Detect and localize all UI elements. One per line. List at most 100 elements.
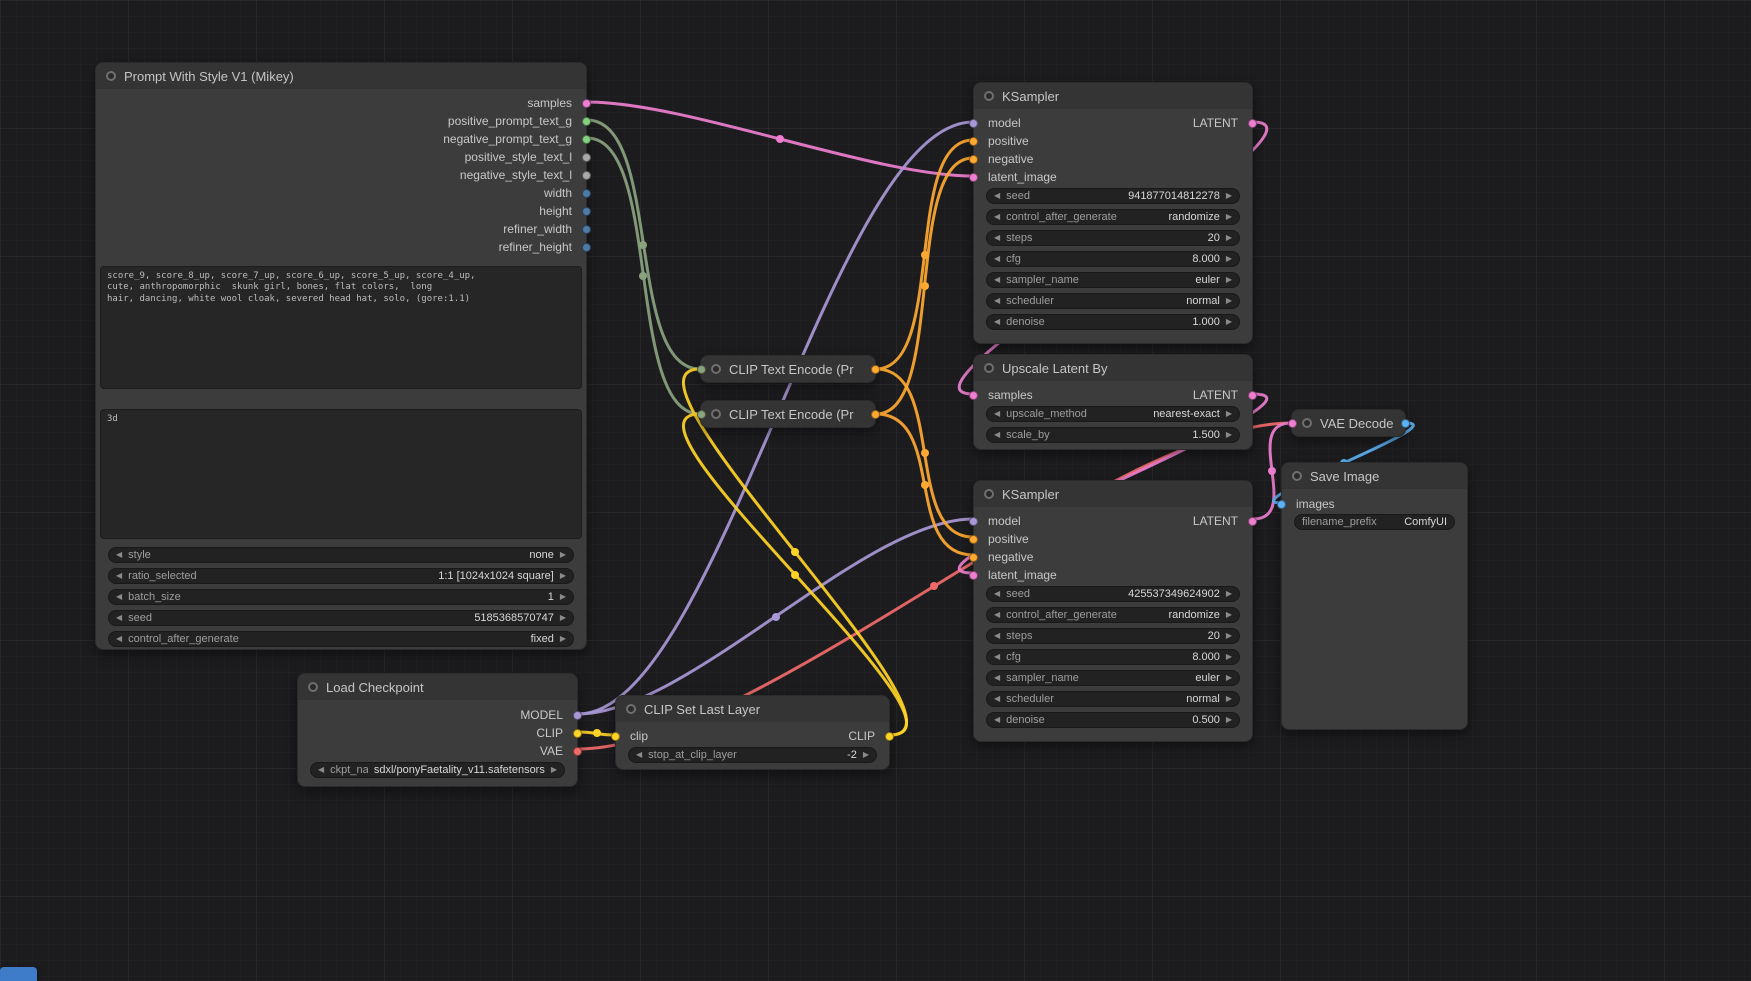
increment-arrow-icon[interactable]: ▶	[1226, 213, 1232, 221]
increment-arrow-icon[interactable]: ▶	[560, 593, 566, 601]
node-graph-canvas[interactable]: Prompt With Style V1 (Mikey) samples pos…	[0, 0, 1751, 981]
decrement-arrow-icon[interactable]: ◀	[994, 276, 1000, 284]
decrement-arrow-icon[interactable]: ◀	[994, 318, 1000, 326]
node-title-bar[interactable]: CLIP Set Last Layer	[616, 696, 889, 722]
output-dot-latent[interactable]	[1248, 119, 1257, 128]
decrement-arrow-icon[interactable]: ◀	[994, 653, 1000, 661]
output-dot-refiner-height[interactable]	[582, 243, 591, 252]
increment-arrow-icon[interactable]: ▶	[560, 635, 566, 643]
input-dot-negative[interactable]	[969, 553, 978, 562]
increment-arrow-icon[interactable]: ▶	[551, 766, 557, 774]
input-dot-latent-image[interactable]	[969, 571, 978, 580]
decrement-arrow-icon[interactable]: ◀	[116, 614, 122, 622]
output-dot-vae[interactable]	[573, 747, 582, 756]
decrement-arrow-icon[interactable]: ◀	[994, 590, 1000, 598]
offscreen-collapsed-node[interactable]	[0, 967, 37, 981]
node-ksampler-2[interactable]: KSampler modelLATENT positive negative l…	[973, 480, 1253, 742]
decrement-arrow-icon[interactable]: ◀	[116, 551, 122, 559]
widget-cfg[interactable]: ◀cfg8.000▶	[986, 251, 1240, 267]
decrement-arrow-icon[interactable]: ◀	[994, 410, 1000, 418]
node-vae-decode[interactable]: VAE Decode	[1291, 409, 1406, 437]
increment-arrow-icon[interactable]: ▶	[560, 551, 566, 559]
increment-arrow-icon[interactable]: ▶	[1226, 255, 1232, 263]
input-dot-clip-encode-2[interactable]	[697, 410, 706, 419]
output-dot-positive-prompt-text-g[interactable]	[582, 117, 591, 126]
widget-denoise[interactable]: ◀denoise1.000▶	[986, 314, 1240, 330]
input-dot-clip-encode-1[interactable]	[697, 365, 706, 374]
increment-arrow-icon[interactable]: ▶	[1226, 410, 1232, 418]
widget-scheduler[interactable]: ◀schedulernormal▶	[986, 293, 1240, 309]
widget-control-after-generate[interactable]: ◀control_after_generatefixed▶	[108, 631, 574, 647]
widget-sampler-name[interactable]: ◀sampler_nameeuler▶	[986, 272, 1240, 288]
widget-cfg[interactable]: ◀cfg8.000▶	[986, 649, 1240, 665]
collapse-toggle-icon[interactable]	[106, 71, 116, 81]
positive-prompt-textarea[interactable]: score_9, score_8_up, score_7_up, score_6…	[100, 266, 582, 389]
decrement-arrow-icon[interactable]: ◀	[994, 716, 1000, 724]
collapse-toggle-icon[interactable]	[308, 682, 318, 692]
input-dot-positive[interactable]	[969, 137, 978, 146]
increment-arrow-icon[interactable]: ▶	[1226, 192, 1232, 200]
increment-arrow-icon[interactable]: ▶	[1226, 716, 1232, 724]
widget-style[interactable]: ◀stylenone▶	[108, 547, 574, 563]
collapse-toggle-icon[interactable]	[711, 409, 721, 419]
widget-ratio-selected[interactable]: ◀ratio_selected1:1 [1024x1024 square]▶	[108, 568, 574, 584]
input-dot-vae-decode[interactable]	[1288, 419, 1297, 428]
output-dot-height[interactable]	[582, 207, 591, 216]
decrement-arrow-icon[interactable]: ◀	[994, 192, 1000, 200]
increment-arrow-icon[interactable]: ▶	[1226, 297, 1232, 305]
widget-filename-prefix[interactable]: filename_prefixComfyUI	[1294, 514, 1455, 530]
node-title-bar[interactable]: Upscale Latent By	[974, 355, 1252, 381]
widget-denoise[interactable]: ◀denoise0.500▶	[986, 712, 1240, 728]
widget-control-after-generate[interactable]: ◀control_after_generaterandomize▶	[986, 607, 1240, 623]
output-dot-samples[interactable]	[582, 99, 591, 108]
widget-ckpt-name[interactable]: ◀ckpt_namesdxl/ponyFaetality_v11.safeten…	[310, 762, 565, 778]
collapse-toggle-icon[interactable]	[711, 364, 721, 374]
output-dot-negative-prompt-text-g[interactable]	[582, 135, 591, 144]
widget-stop-at-clip-layer[interactable]: ◀stop_at_clip_layer-2▶	[628, 747, 877, 763]
decrement-arrow-icon[interactable]: ◀	[116, 635, 122, 643]
increment-arrow-icon[interactable]: ▶	[1226, 653, 1232, 661]
negative-prompt-textarea[interactable]: 3d	[100, 409, 582, 539]
widget-sampler-name[interactable]: ◀sampler_nameeuler▶	[986, 670, 1240, 686]
collapse-toggle-icon[interactable]	[984, 489, 994, 499]
increment-arrow-icon[interactable]: ▶	[1226, 611, 1232, 619]
increment-arrow-icon[interactable]: ▶	[560, 614, 566, 622]
decrement-arrow-icon[interactable]: ◀	[116, 572, 122, 580]
node-clip-text-encode-2[interactable]: CLIP Text Encode (Pr	[700, 400, 876, 428]
output-dot-width[interactable]	[582, 189, 591, 198]
output-dot-conditioning[interactable]	[871, 365, 880, 374]
increment-arrow-icon[interactable]: ▶	[1226, 234, 1232, 242]
increment-arrow-icon[interactable]: ▶	[1226, 632, 1232, 640]
decrement-arrow-icon[interactable]: ◀	[994, 431, 1000, 439]
increment-arrow-icon[interactable]: ▶	[1226, 318, 1232, 326]
collapse-toggle-icon[interactable]	[984, 91, 994, 101]
output-dot-latent[interactable]	[1248, 517, 1257, 526]
collapse-toggle-icon[interactable]	[1302, 418, 1312, 428]
output-dot-model[interactable]	[573, 711, 582, 720]
widget-seed[interactable]: ◀seed5185368570747▶	[108, 610, 574, 626]
widget-steps[interactable]: ◀steps20▶	[986, 628, 1240, 644]
widget-seed[interactable]: ◀seed941877014812278▶	[986, 188, 1240, 204]
node-upscale-latent-by[interactable]: Upscale Latent By samplesLATENT ◀upscale…	[973, 354, 1253, 450]
input-dot-negative[interactable]	[969, 155, 978, 164]
output-dot-positive-style-text-l[interactable]	[582, 153, 591, 162]
output-dot-latent[interactable]	[1248, 391, 1257, 400]
decrement-arrow-icon[interactable]: ◀	[994, 611, 1000, 619]
node-ksampler-1[interactable]: KSampler modelLATENT positive negative l…	[973, 82, 1253, 344]
collapse-toggle-icon[interactable]	[1292, 471, 1302, 481]
input-dot-clip[interactable]	[611, 732, 620, 741]
node-clip-text-encode-1[interactable]: CLIP Text Encode (Pr	[700, 355, 876, 383]
decrement-arrow-icon[interactable]: ◀	[116, 593, 122, 601]
node-title-bar[interactable]: Save Image	[1282, 463, 1467, 489]
increment-arrow-icon[interactable]: ▶	[863, 751, 869, 759]
widget-seed[interactable]: ◀seed425537349624902▶	[986, 586, 1240, 602]
node-prompt-with-style[interactable]: Prompt With Style V1 (Mikey) samples pos…	[95, 62, 587, 650]
increment-arrow-icon[interactable]: ▶	[1226, 590, 1232, 598]
widget-control-after-generate[interactable]: ◀control_after_generaterandomize▶	[986, 209, 1240, 225]
output-dot-clip[interactable]	[573, 729, 582, 738]
decrement-arrow-icon[interactable]: ◀	[318, 766, 324, 774]
decrement-arrow-icon[interactable]: ◀	[636, 751, 642, 759]
widget-steps[interactable]: ◀steps20▶	[986, 230, 1240, 246]
output-dot-clip[interactable]	[885, 732, 894, 741]
widget-batch-size[interactable]: ◀batch_size1▶	[108, 589, 574, 605]
